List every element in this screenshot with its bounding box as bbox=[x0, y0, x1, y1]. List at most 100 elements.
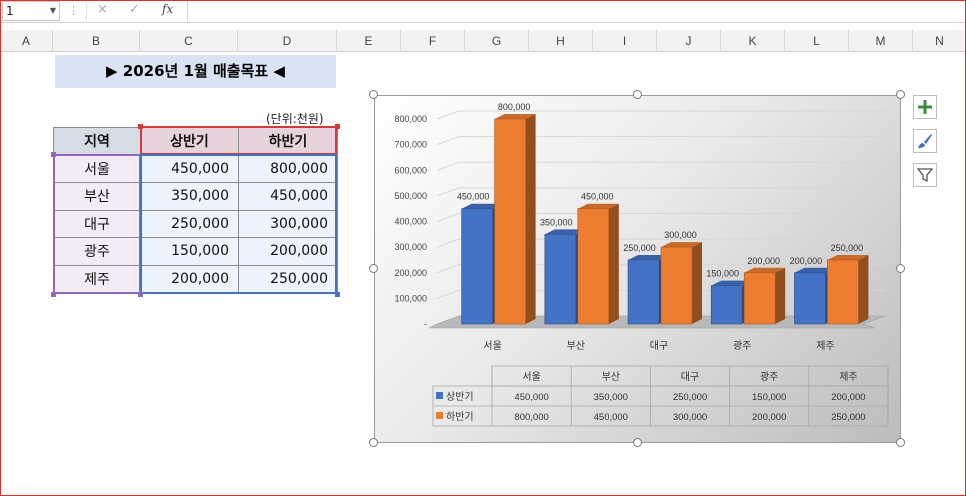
chart-elements-button[interactable] bbox=[913, 95, 937, 119]
sheet-title[interactable]: ▶ 2026년 1월 매출목표 ◀ bbox=[55, 55, 336, 88]
name-box[interactable]: 1 ▼ bbox=[2, 1, 60, 21]
chart-resize-handle[interactable] bbox=[896, 438, 905, 447]
data-label: 250,000 bbox=[831, 243, 864, 253]
chart-styles-button[interactable] bbox=[913, 129, 937, 153]
cell-first-half[interactable]: 350,000 bbox=[140, 182, 239, 211]
gridline-side bbox=[436, 213, 460, 222]
x-tick-label: 제주 bbox=[816, 340, 834, 352]
y-tick-label: 700,000 bbox=[394, 140, 427, 150]
table-header-row: 지역 상반기 하반기 bbox=[53, 127, 338, 156]
bar bbox=[494, 118, 526, 325]
bar-side bbox=[608, 203, 619, 324]
insert-function-icon[interactable]: fx bbox=[162, 2, 173, 16]
data-table-header-cell: 광주 bbox=[760, 371, 778, 383]
data-label: 200,000 bbox=[790, 256, 823, 266]
data-table-cell: 450,000 bbox=[594, 412, 628, 423]
data-label: 250,000 bbox=[623, 243, 656, 253]
cell-first-half[interactable]: 150,000 bbox=[140, 237, 239, 266]
cell-region[interactable]: 부산 bbox=[53, 182, 141, 211]
column-header-j[interactable]: J bbox=[657, 30, 721, 52]
column-header-i[interactable]: I bbox=[593, 30, 657, 52]
range-handle[interactable] bbox=[335, 124, 340, 129]
bar-side bbox=[692, 242, 702, 324]
legend-key bbox=[436, 412, 443, 419]
column-header-l[interactable]: L bbox=[785, 30, 849, 52]
range-handle[interactable] bbox=[51, 152, 56, 157]
data-table-cell: 150,000 bbox=[752, 392, 786, 403]
column-header-e[interactable]: E bbox=[337, 30, 401, 52]
gridline-side bbox=[436, 161, 460, 171]
chart-resize-handle[interactable] bbox=[896, 264, 905, 273]
chart-resize-handle[interactable] bbox=[369, 438, 378, 447]
column-header-h[interactable]: H bbox=[529, 30, 593, 52]
range-handle[interactable] bbox=[138, 292, 143, 297]
x-tick-label: 광주 bbox=[733, 340, 751, 352]
cell-region[interactable]: 대구 bbox=[53, 209, 141, 238]
header-region[interactable]: 지역 bbox=[53, 127, 141, 156]
cell-second-half[interactable]: 250,000 bbox=[238, 264, 338, 293]
data-table-header-cell: 부산 bbox=[602, 371, 620, 383]
data-table-header-cell: 제주 bbox=[839, 371, 857, 383]
range-handle[interactable] bbox=[51, 292, 56, 297]
header-second-half[interactable]: 하반기 bbox=[238, 127, 338, 156]
formula-input[interactable] bbox=[187, 1, 965, 21]
chart-resize-handle[interactable] bbox=[896, 90, 905, 99]
column-header-n[interactable]: N bbox=[913, 30, 966, 52]
cell-region[interactable]: 서울 bbox=[53, 154, 141, 183]
column-header-k[interactable]: K bbox=[721, 30, 785, 52]
range-handle[interactable] bbox=[335, 292, 340, 297]
chevron-down-icon[interactable]: ▼ bbox=[50, 2, 56, 20]
column-header-g[interactable]: G bbox=[465, 30, 529, 52]
column-header-f[interactable]: F bbox=[401, 30, 465, 52]
table-row: 광주 150,000 200,000 bbox=[53, 237, 338, 266]
unit-note[interactable]: (단위:천원) bbox=[266, 110, 324, 127]
column-header-a[interactable]: A bbox=[0, 30, 53, 52]
cell-second-half[interactable]: 800,000 bbox=[238, 154, 338, 183]
cell-first-half[interactable]: 250,000 bbox=[140, 209, 239, 238]
bar bbox=[710, 285, 743, 325]
bar-side bbox=[775, 267, 786, 324]
bar bbox=[461, 208, 493, 325]
legend-label: 상반기 bbox=[446, 391, 474, 403]
cell-second-half[interactable]: 200,000 bbox=[238, 237, 338, 266]
cell-first-half[interactable]: 200,000 bbox=[140, 264, 239, 293]
cancel-icon[interactable]: × bbox=[97, 2, 108, 17]
chart-resize-handle[interactable] bbox=[633, 90, 642, 99]
y-tick-label: - bbox=[424, 319, 427, 329]
column-header-b[interactable]: B bbox=[53, 30, 140, 52]
column-header-c[interactable]: C bbox=[140, 30, 238, 52]
table-row: 대구 250,000 300,000 bbox=[53, 209, 338, 238]
data-label: 800,000 bbox=[498, 102, 531, 112]
cell-second-half[interactable]: 300,000 bbox=[238, 209, 338, 238]
cell-region[interactable]: 제주 bbox=[53, 264, 141, 293]
bar bbox=[827, 259, 859, 325]
cell-second-half[interactable]: 450,000 bbox=[238, 182, 338, 211]
gridline-side bbox=[436, 110, 460, 120]
data-table-header-cell: 대구 bbox=[681, 371, 699, 383]
column-header-d[interactable]: D bbox=[238, 30, 337, 52]
y-tick-label: 200,000 bbox=[394, 268, 427, 278]
header-first-half[interactable]: 상반기 bbox=[140, 127, 239, 156]
more-options-icon[interactable]: ⋮ bbox=[68, 4, 79, 17]
bar bbox=[660, 246, 693, 325]
chart-filter-button[interactable] bbox=[913, 163, 937, 187]
chart-resize-handle[interactable] bbox=[369, 90, 378, 99]
gridline-side bbox=[436, 136, 460, 146]
chart-resize-handle[interactable] bbox=[369, 264, 378, 273]
chart-resize-handle[interactable] bbox=[633, 438, 642, 447]
range-handle[interactable] bbox=[138, 124, 143, 129]
data-table-cell: 250,000 bbox=[831, 412, 865, 423]
bar-side bbox=[858, 254, 869, 324]
column-header-m[interactable]: M bbox=[849, 30, 913, 52]
cell-first-half[interactable]: 450,000 bbox=[140, 154, 239, 183]
formula-bar: 1 ▼ ⋮ × ✓ fx bbox=[0, 0, 966, 23]
enter-icon[interactable]: ✓ bbox=[129, 2, 140, 17]
brush-icon bbox=[918, 134, 932, 148]
name-box-value: 1 bbox=[6, 4, 14, 18]
data-table-cell: 200,000 bbox=[752, 412, 786, 423]
cell-region[interactable]: 광주 bbox=[53, 237, 141, 266]
table-row: 부산 350,000 450,000 bbox=[53, 182, 338, 211]
y-tick-label: 500,000 bbox=[394, 191, 427, 201]
data-label: 150,000 bbox=[706, 269, 739, 279]
chart-area[interactable]: - 100,000 200,000 300,000 400,000 500,000 600,… bbox=[374, 95, 901, 443]
